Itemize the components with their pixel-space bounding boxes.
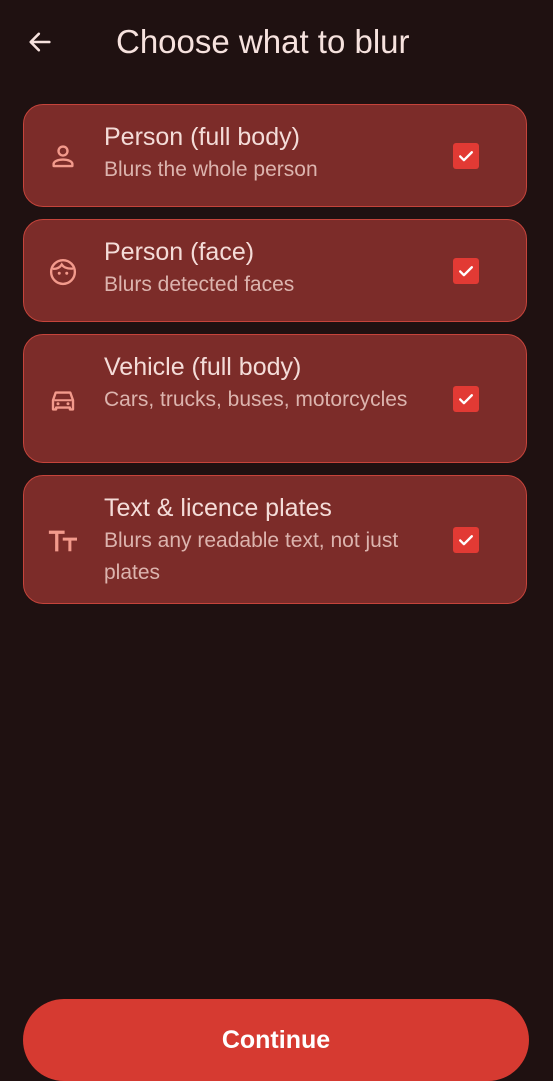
- check-icon: [459, 535, 473, 546]
- option-title: Text & licence plates: [104, 494, 332, 522]
- check-icon: [459, 266, 473, 277]
- option-subtitle: Blurs detected faces: [104, 273, 295, 296]
- option-title: Person (face): [104, 238, 255, 266]
- option-subtitle: Blurs any readable text, not just plates: [104, 529, 399, 584]
- app-bar: Choose what to blur: [0, 0, 553, 84]
- check-icon: [459, 394, 473, 405]
- back-button[interactable]: [18, 20, 62, 64]
- option-title: Person (full body): [104, 123, 300, 151]
- option-title: Vehicle (full body): [104, 353, 302, 381]
- continue-button[interactable]: Continue: [23, 999, 529, 1081]
- page-title: Choose what to blur: [116, 23, 410, 60]
- car-icon: [48, 385, 78, 415]
- option-text-licence-plates[interactable]: Text & licence plates Blurs any readable…: [23, 475, 527, 604]
- option-checkbox[interactable]: [453, 258, 479, 284]
- face-icon: [48, 257, 78, 287]
- option-checkbox[interactable]: [453, 143, 479, 169]
- check-icon: [459, 151, 473, 162]
- person-icon: [48, 141, 78, 171]
- option-person-full-body[interactable]: Person (full body) Blurs the whole perso…: [23, 104, 527, 207]
- arrow-left-icon: [29, 32, 51, 52]
- option-vehicle-full-body[interactable]: Vehicle (full body) Cars, trucks, buses,…: [23, 334, 527, 463]
- option-person-face[interactable]: Person (face) Blurs detected faces: [23, 219, 527, 322]
- option-subtitle: Cars, trucks, buses, motorcycles: [104, 388, 408, 411]
- option-subtitle: Blurs the whole person: [104, 158, 318, 181]
- option-checkbox[interactable]: [453, 527, 479, 553]
- option-checkbox[interactable]: [453, 386, 479, 412]
- text-fields-icon: [48, 526, 78, 556]
